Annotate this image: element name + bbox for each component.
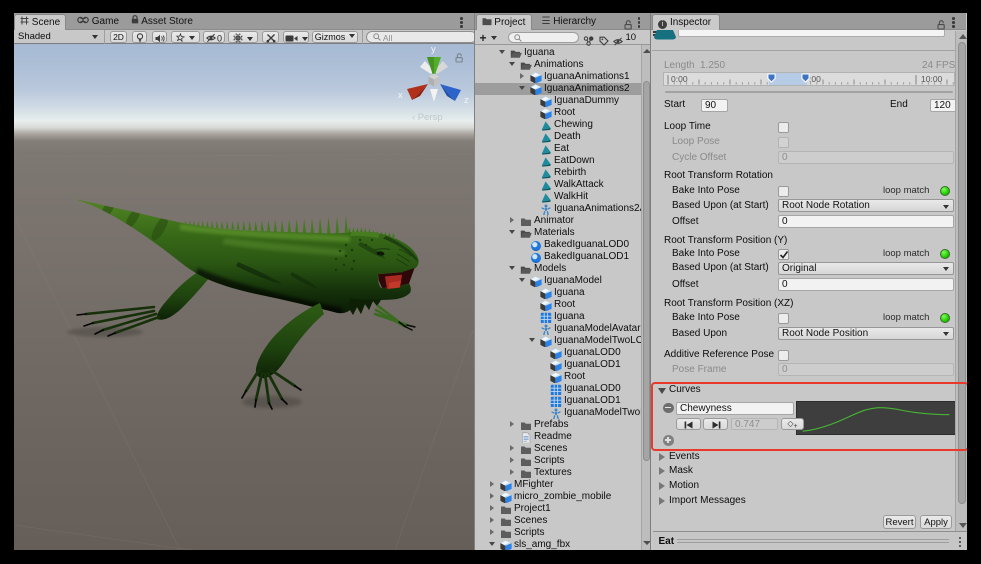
svg-text:0: 0 <box>217 33 222 43</box>
svg-text:z: z <box>464 95 469 106</box>
svg-text:x: x <box>398 90 403 101</box>
svg-text:y: y <box>431 44 436 55</box>
